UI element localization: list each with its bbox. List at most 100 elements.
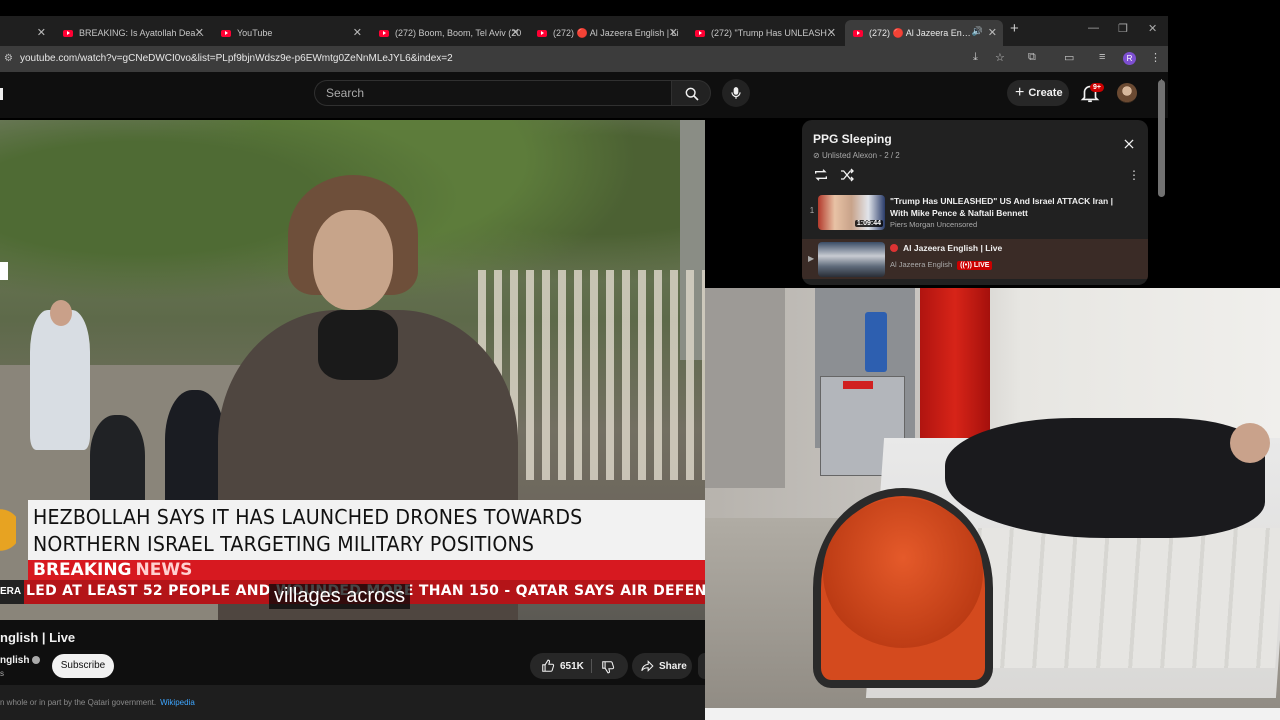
- playlist-meta-text: Unlisted Alexon - 2 / 2: [821, 151, 900, 160]
- webcam-overlay: [705, 288, 1280, 720]
- shuffle-icon[interactable]: [839, 167, 855, 183]
- window-close-icon[interactable]: ✕: [1148, 22, 1157, 35]
- cast-icon[interactable]: ▭: [1064, 51, 1074, 64]
- network-tag: ERA: [0, 580, 24, 604]
- tab-title: (272) 🔴 Al Jazeera English: [869, 27, 974, 38]
- cam-bottom-strip: [705, 708, 1280, 720]
- tab-title: (272) "Trump Has UNLEASHED": [711, 28, 841, 38]
- thumbs-up-icon[interactable]: [541, 659, 555, 673]
- browser-tab[interactable]: (272) 🔴 Al Jazeera English | Li ✕: [529, 20, 684, 46]
- voice-search-button[interactable]: [722, 79, 750, 107]
- headline-text: HEZBOLLAH SAYS IT HAS LAUNCHED DRONES TO…: [33, 504, 660, 558]
- youtube-favicon-icon: [63, 29, 73, 37]
- cam-red-chair: [813, 488, 993, 720]
- close-playlist-icon[interactable]: [1122, 137, 1136, 151]
- channel-name[interactable]: nglish: [0, 655, 41, 666]
- breaking-news-label: BREAKING NEWS: [33, 560, 192, 580]
- playlist-item[interactable]: 1 1:09:44 "Trump Has UNLEASHED" US And I…: [802, 192, 1148, 232]
- browser-tab[interactable]: (272) Boom, Boom, Tel Aviv (20 ✕: [371, 20, 526, 46]
- channel-name-text: nglish: [0, 655, 30, 666]
- caption-text: villages across: [269, 584, 411, 609]
- tab-close-icon[interactable]: ✕: [988, 26, 997, 39]
- search-button[interactable]: [671, 80, 711, 106]
- playlist-item-channel: Piers Morgan Uncensored: [890, 220, 978, 229]
- playlist-item-index: 1: [809, 206, 815, 215]
- cam-sleeping-person-head: [1230, 423, 1270, 463]
- playlist-item-active[interactable]: ▶ Al Jazeera English | Live Al Jazeera E…: [802, 239, 1148, 279]
- like-count[interactable]: 651K: [560, 661, 584, 672]
- address-bar: ⚙ youtube.com/watch?v=gCNeDWCI0vo&list=P…: [0, 46, 1168, 72]
- youtube-favicon-icon: [853, 29, 863, 37]
- lock-link-icon: ⊘: [813, 151, 822, 160]
- create-label: Create: [1028, 87, 1063, 99]
- thumbs-down-icon[interactable]: [601, 660, 615, 674]
- more-actions-button[interactable]: [698, 653, 705, 679]
- extensions-icon[interactable]: ⧉: [1028, 51, 1036, 64]
- description-snippet: n whole or in part by the Qatari governm…: [0, 698, 157, 707]
- live-badge-text: LIVE: [973, 262, 990, 269]
- account-avatar[interactable]: [1117, 83, 1137, 103]
- red-circle-icon: [890, 244, 898, 252]
- tab-close-icon[interactable]: ✕: [827, 26, 836, 39]
- restore-icon[interactable]: ❐: [1118, 22, 1128, 35]
- browser-menu-icon[interactable]: ⋮: [1150, 51, 1161, 64]
- video-duration: 1:09:44: [854, 220, 883, 227]
- cam-chair-cushion: [823, 498, 983, 648]
- headline-line-1: HEZBOLLAH SAYS IT HAS LAUNCHED DRONES TO…: [33, 505, 583, 529]
- video-scene-seated-person: [90, 415, 145, 505]
- video-scene-seated-person: [165, 390, 225, 500]
- like-divider: [591, 659, 592, 673]
- playlist-title[interactable]: PPG Sleeping: [813, 132, 892, 146]
- tab-close-icon[interactable]: ✕: [37, 26, 46, 39]
- media-control-icon[interactable]: ≡: [1099, 51, 1105, 63]
- playlist-item-channel: Al Jazeera English ((•)) LIVE: [890, 260, 993, 270]
- tab-close-icon[interactable]: ✕: [353, 26, 362, 39]
- site-info-icon[interactable]: ⚙: [4, 53, 13, 64]
- browser-tab[interactable]: YouTube ✕: [213, 20, 368, 46]
- profile-avatar-icon[interactable]: R: [1123, 52, 1136, 65]
- playlist-panel: PPG Sleeping ⊘ Unlisted Alexon - 2 / 2 ⋮…: [802, 120, 1148, 285]
- create-button[interactable]: + Create: [1007, 80, 1069, 106]
- share-label: Share: [659, 661, 687, 672]
- playlist-item-title: Al Jazeera English | Live: [890, 242, 1120, 254]
- playlist-item-thumbnail: [818, 242, 885, 277]
- tab-title: YouTube: [237, 28, 273, 38]
- reporter-collar: [318, 310, 398, 380]
- cam-fridge-sticker: [843, 381, 873, 389]
- playlist-more-icon[interactable]: ⋮: [1128, 168, 1140, 182]
- page-scrollbar[interactable]: [1158, 80, 1165, 197]
- search-box[interactable]: [314, 80, 671, 106]
- youtube-favicon-icon: [537, 29, 547, 37]
- al-jazeera-logo-icon: [0, 500, 16, 560]
- bookmark-star-icon[interactable]: ☆: [995, 51, 1005, 64]
- tab-title: (272) Boom, Boom, Tel Aviv (20: [395, 28, 522, 38]
- tab-close-icon[interactable]: ✕: [195, 26, 204, 39]
- url-field[interactable]: youtube.com/watch?v=gCNeDWCI0vo&list=PLp…: [20, 53, 453, 64]
- tab-close-icon[interactable]: ✕: [669, 26, 678, 39]
- youtube-favicon-icon: [695, 29, 705, 37]
- new-tab-plus-icon[interactable]: +: [1010, 20, 1019, 37]
- live-broadcast-icon: ((•)): [960, 262, 974, 269]
- browser-tab[interactable]: BREAKING: Is Ayatollah Dead? Ir ✕: [55, 20, 210, 46]
- video-scene-bystander: [30, 310, 90, 450]
- search-input[interactable]: [326, 86, 626, 100]
- menu-icon[interactable]: [0, 88, 3, 100]
- minimize-icon[interactable]: —: [1088, 22, 1099, 34]
- install-app-icon[interactable]: ⤓: [973, 51, 978, 64]
- tab-title: BREAKING: Is Ayatollah Dead? Ir: [79, 28, 209, 38]
- tab-close-icon[interactable]: ✕: [511, 26, 520, 39]
- player-edge-marker: [0, 262, 8, 280]
- browser-tab-active[interactable]: (272) 🔴 Al Jazeera English 🔊 ✕: [845, 20, 1003, 46]
- loop-icon[interactable]: [813, 167, 829, 183]
- wikipedia-link[interactable]: Wikipedia: [160, 698, 195, 707]
- subscribe-button[interactable]: Subscribe: [52, 654, 114, 678]
- video-title: nglish | Live: [0, 630, 76, 645]
- news-word: NEWS: [135, 560, 193, 580]
- breaking-word: BREAKING: [33, 560, 132, 580]
- youtube-header: + Create 9+: [0, 72, 1168, 118]
- cam-water-jug: [865, 312, 887, 372]
- cam-red-curtain: [920, 288, 990, 448]
- browser-tab[interactable]: (272) "Trump Has UNLEASHED" ✕: [687, 20, 842, 46]
- speaker-icon[interactable]: 🔊: [972, 26, 983, 37]
- browser-tab-partial[interactable]: ✕: [0, 20, 52, 46]
